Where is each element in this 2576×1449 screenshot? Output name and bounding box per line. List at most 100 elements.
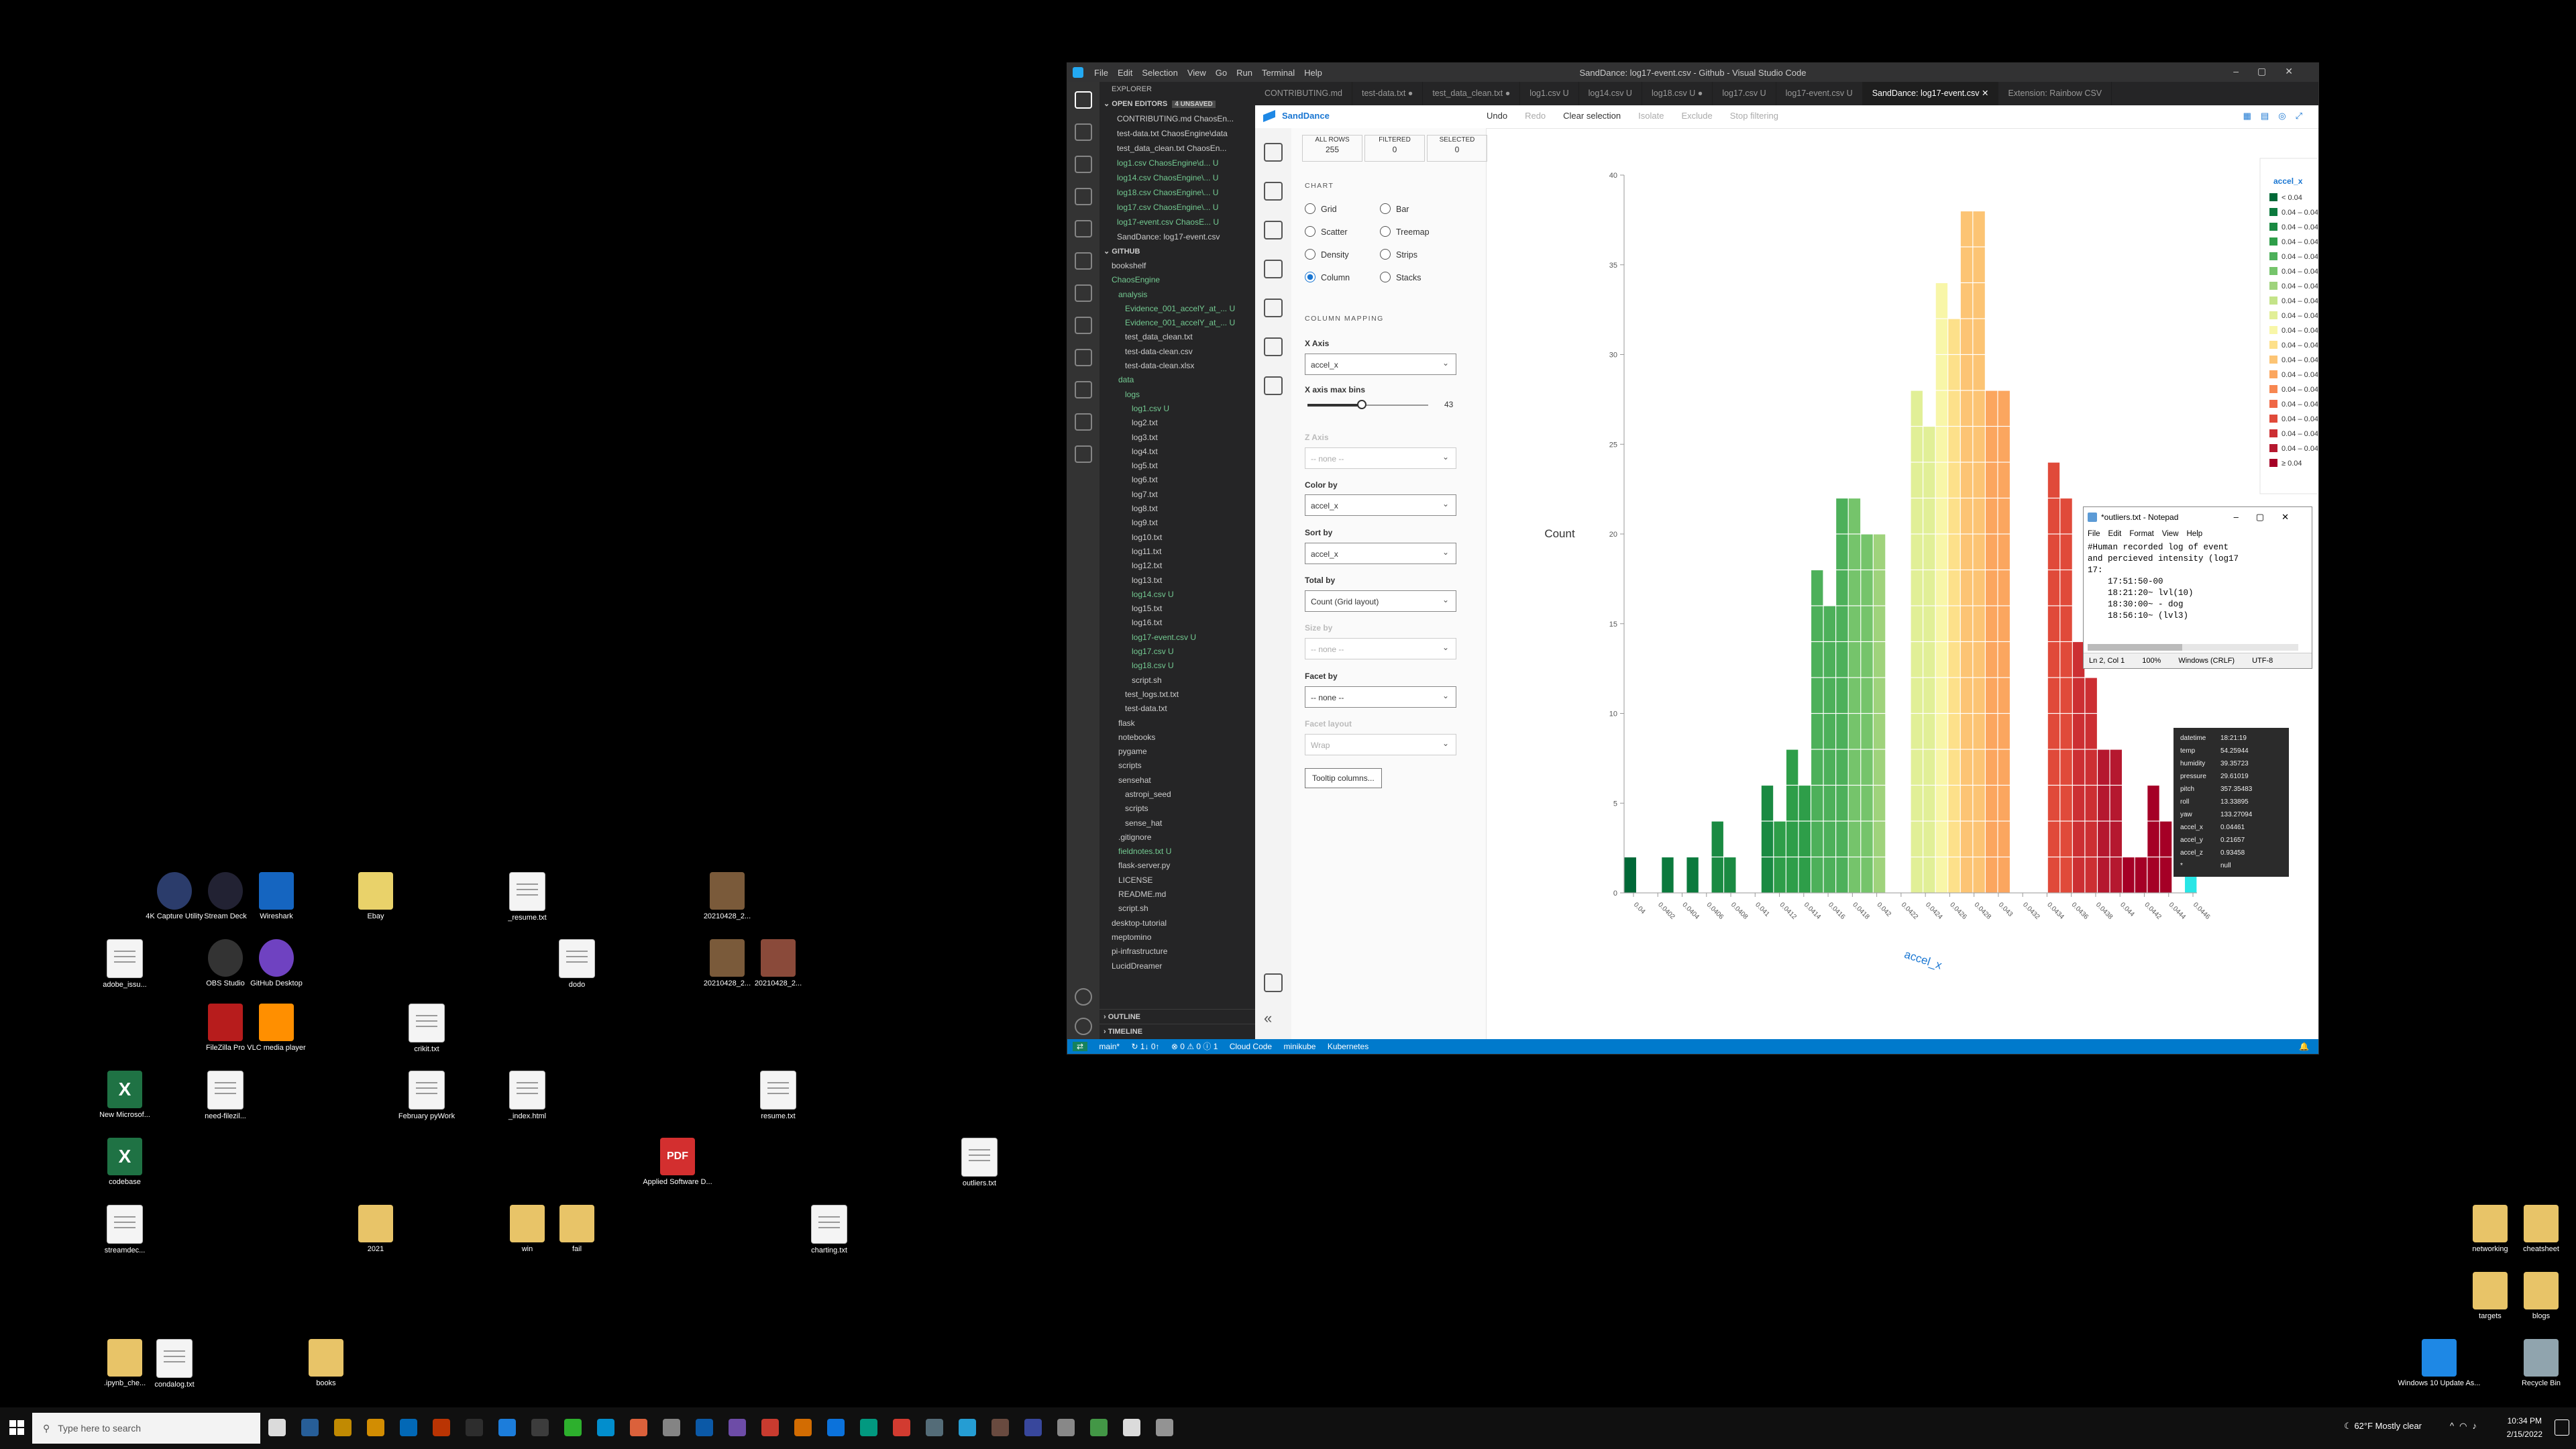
bar-cell[interactable]	[1948, 857, 1960, 893]
menu-item[interactable]: Run	[1236, 68, 1252, 78]
editor-tab[interactable]: log14.csv U	[1579, 82, 1642, 105]
bar-cell[interactable]	[1998, 642, 2010, 678]
docker-icon[interactable]	[1075, 317, 1092, 334]
bar-cell[interactable]	[1960, 462, 1973, 498]
bar-cell[interactable]	[1973, 390, 1985, 426]
file-tree-item[interactable]: log7.txt	[1099, 488, 1255, 502]
workspace-header[interactable]: ⌄ GITHUB	[1099, 244, 1255, 259]
bar-cell[interactable]	[1960, 857, 1973, 893]
desktop-icon[interactable]: dodo	[520, 939, 634, 989]
bar-cell[interactable]	[1911, 427, 1923, 462]
bar-cell[interactable]	[1948, 498, 1960, 534]
bar-cell[interactable]	[1686, 857, 1699, 893]
search-icon[interactable]	[1075, 123, 1092, 141]
bar-cell[interactable]	[1848, 786, 1861, 821]
bar-cell[interactable]	[1848, 749, 1861, 785]
bar-cell[interactable]	[1711, 821, 1723, 857]
bar-cell[interactable]	[1811, 749, 1823, 785]
bar-cell[interactable]	[2110, 821, 2123, 857]
bar-cell[interactable]	[1911, 642, 1923, 678]
bar-cell[interactable]	[2060, 749, 2072, 785]
file-tree-item[interactable]: data	[1099, 373, 1255, 387]
bar-cell[interactable]	[1848, 606, 1861, 641]
taskbar-app-icon[interactable]	[268, 1419, 286, 1436]
gitlens-icon[interactable]	[1075, 413, 1092, 431]
remote-explorer-icon[interactable]	[1075, 220, 1092, 237]
bar-cell[interactable]	[1811, 678, 1823, 713]
chart-type-treemap[interactable]: Treemap	[1380, 226, 1430, 237]
bar-cell[interactable]	[1985, 821, 1998, 857]
bar-cell[interactable]	[1973, 319, 1985, 354]
file-tree-item[interactable]: test-data-clean.csv	[1099, 345, 1255, 359]
bar-cell[interactable]	[1923, 462, 1935, 498]
bar-cell[interactable]	[1873, 678, 1886, 713]
file-tree-item[interactable]: log5.txt	[1099, 459, 1255, 473]
bar-cell[interactable]	[1799, 786, 1811, 821]
bar-cell[interactable]	[1973, 821, 1985, 857]
file-tree-item[interactable]: scripts	[1099, 802, 1255, 816]
bar-cell[interactable]	[2098, 821, 2110, 857]
file-tree-item[interactable]: Evidence_001_accelY_at_... U	[1099, 302, 1255, 316]
legend-label[interactable]: 0.04 – 0.04	[2282, 400, 2318, 409]
timeline-icon[interactable]	[1075, 445, 1092, 463]
bar-cell[interactable]	[1861, 821, 1873, 857]
undo-history-icon[interactable]	[1264, 337, 1283, 356]
bar-cell[interactable]	[1948, 355, 1960, 390]
bar-cell[interactable]	[1923, 714, 1935, 749]
maximize-icon[interactable]: ▢	[2256, 512, 2282, 522]
taskbar-app-icon[interactable]	[959, 1419, 976, 1436]
taskbar-app-icon[interactable]	[597, 1419, 614, 1436]
desktop-icon[interactable]: crikit.txt	[370, 1004, 484, 1054]
clock[interactable]: 10:34 PM 2/15/2022	[2507, 1414, 2542, 1441]
bar-cell[interactable]	[1911, 390, 1923, 426]
desktop-icon[interactable]: February pyWork	[370, 1071, 484, 1121]
desktop-icon[interactable]: cheatsheet	[2484, 1205, 2576, 1254]
file-tree-item[interactable]: log8.txt	[1099, 502, 1255, 516]
toolbar-exclude-button[interactable]: Exclude	[1681, 111, 1712, 121]
bins-slider-thumb[interactable]	[1357, 400, 1366, 409]
bar-cell[interactable]	[2047, 786, 2060, 821]
bar-cell[interactable]	[1998, 749, 2010, 785]
file-tree-item[interactable]: .gitignore	[1099, 830, 1255, 845]
editor-tab[interactable]: Extension: Rainbow CSV	[1998, 82, 2112, 105]
legend-label[interactable]: 0.04 – 0.04	[2282, 341, 2318, 350]
taskbar-app-icon[interactable]	[400, 1419, 417, 1436]
bar-cell[interactable]	[2110, 786, 2123, 821]
expand-icon[interactable]: ⤢	[2296, 111, 2312, 121]
bar-cell[interactable]	[1911, 498, 1923, 534]
bar-cell[interactable]	[1861, 570, 1873, 606]
legend-label[interactable]: 0.04 – 0.04	[2282, 238, 2318, 246]
taskbar-app-icon[interactable]	[794, 1419, 812, 1436]
bar-cell[interactable]	[1848, 821, 1861, 857]
bar-cell[interactable]	[2098, 786, 2110, 821]
bar-cell[interactable]	[1948, 390, 1960, 426]
desktop-icon[interactable]: X New Microsof...	[68, 1071, 182, 1120]
bar-cell[interactable]	[1998, 534, 2010, 570]
bar-cell[interactable]	[2047, 821, 2060, 857]
bar-cell[interactable]	[1935, 462, 1948, 498]
bar-cell[interactable]	[1998, 857, 2010, 893]
open-editor-item[interactable]: SandDance: log17-event.csv	[1099, 229, 1255, 244]
taskbar-app-icon[interactable]	[827, 1419, 845, 1436]
bar-cell[interactable]	[1836, 714, 1848, 749]
bar-cell[interactable]	[1836, 606, 1848, 641]
bar-cell[interactable]	[1711, 857, 1723, 893]
timeline-header[interactable]: › TIMELINE	[1099, 1024, 1255, 1039]
bar-cell[interactable]	[1861, 606, 1873, 641]
bar-cell[interactable]	[1960, 211, 1973, 247]
bar-cell[interactable]	[1873, 714, 1886, 749]
file-tree-item[interactable]: analysis	[1099, 288, 1255, 302]
toolbar-isolate-button[interactable]: Isolate	[1638, 111, 1664, 121]
bar-cell[interactable]	[1786, 749, 1799, 785]
taskbar-app-icon[interactable]	[531, 1419, 549, 1436]
file-tree-item[interactable]: log9.txt	[1099, 516, 1255, 530]
bar-cell[interactable]	[1861, 786, 1873, 821]
bar-cell[interactable]	[2047, 534, 2060, 570]
menu-item[interactable]: Selection	[1142, 68, 1177, 78]
menu-item[interactable]: File	[1094, 68, 1108, 78]
bar-cell[interactable]	[1985, 534, 1998, 570]
desktop-icon[interactable]: streamdec...	[68, 1205, 182, 1255]
file-tree-item[interactable]: notebooks	[1099, 731, 1255, 745]
bar-cell[interactable]	[1873, 606, 1886, 641]
open-editor-item[interactable]: CONTRIBUTING.md ChaosEn...	[1099, 111, 1255, 126]
